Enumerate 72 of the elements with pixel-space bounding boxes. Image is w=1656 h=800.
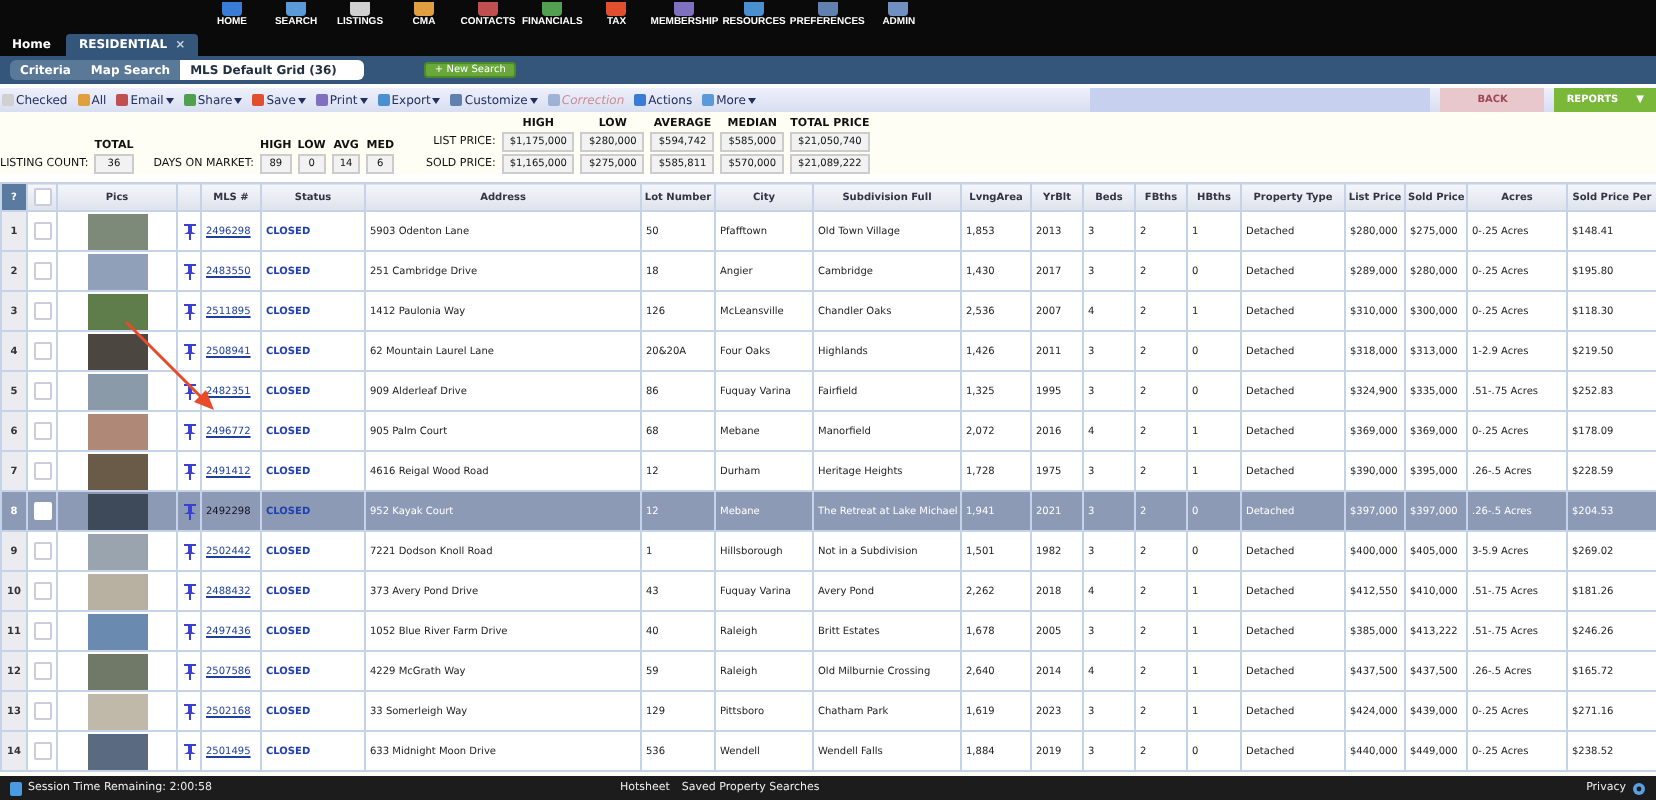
checkbox[interactable] — [33, 382, 51, 400]
toolbar-icon — [702, 94, 715, 106]
app-icon — [478, 2, 498, 16]
photo-placeholder — [87, 653, 147, 689]
marker-icon[interactable] — [183, 503, 195, 519]
app-icon — [674, 2, 695, 16]
marker-icon[interactable] — [183, 383, 195, 399]
checkbox[interactable] — [33, 342, 51, 360]
toolbar-icon — [315, 94, 328, 106]
photo-placeholder — [87, 533, 147, 569]
toolbar-icon — [183, 94, 196, 106]
settings-icon[interactable] — [1632, 781, 1646, 795]
photo-placeholder — [87, 733, 147, 769]
toolbar-icon — [547, 94, 560, 106]
checkbox[interactable] — [33, 742, 51, 760]
photo-placeholder — [87, 333, 147, 369]
marker-icon[interactable] — [183, 223, 195, 239]
toolbar-icon — [450, 94, 463, 106]
toolbar-icon — [634, 94, 647, 106]
toolbar-icon — [252, 94, 265, 106]
checkbox[interactable] — [33, 622, 51, 640]
photo-placeholder — [87, 373, 147, 409]
toolbar-icon — [377, 94, 390, 106]
caret-icon — [529, 97, 538, 103]
toolbar-icon — [77, 94, 90, 106]
photo-placeholder — [87, 453, 147, 489]
marker-icon[interactable] — [183, 663, 195, 679]
marker-icon[interactable] — [183, 623, 195, 639]
caret-icon — [165, 97, 174, 103]
checkbox[interactable] — [33, 542, 51, 560]
marker-icon[interactable] — [183, 423, 195, 439]
app-icon — [606, 2, 627, 16]
app-icon — [744, 2, 765, 16]
toolbar-icon — [2, 94, 14, 106]
checkbox[interactable] — [33, 462, 51, 480]
caret-icon — [297, 97, 306, 103]
app-icon — [350, 2, 370, 16]
checkbox[interactable] — [33, 662, 51, 680]
toolbar-icon — [116, 94, 129, 106]
app-icon — [222, 2, 242, 16]
marker-icon[interactable] — [183, 583, 195, 599]
checkbox[interactable] — [33, 188, 51, 206]
checkbox[interactable] — [33, 582, 51, 600]
app-icon — [888, 2, 909, 16]
caret-icon — [432, 97, 441, 103]
marker-icon[interactable] — [183, 543, 195, 559]
marker-icon[interactable] — [183, 343, 195, 359]
marker-icon[interactable] — [183, 263, 195, 279]
photo-placeholder — [87, 693, 147, 729]
photo-placeholder — [87, 573, 147, 609]
photo-placeholder — [87, 213, 147, 249]
photo-placeholder — [87, 413, 147, 449]
checkbox[interactable] — [33, 702, 51, 720]
checkbox[interactable] — [33, 222, 51, 240]
app-icon — [542, 2, 563, 16]
photo-placeholder — [87, 253, 147, 289]
caret-icon — [359, 97, 368, 103]
caret-icon — [234, 97, 243, 103]
checkbox[interactable] — [33, 262, 51, 280]
marker-icon[interactable] — [183, 463, 195, 479]
photo-placeholder — [87, 293, 147, 329]
marker-icon[interactable] — [183, 743, 195, 759]
checkbox[interactable] — [33, 302, 51, 320]
checkbox[interactable] — [33, 422, 51, 440]
caret-icon — [747, 97, 756, 103]
photo-placeholder — [87, 613, 147, 649]
app-icon — [817, 2, 838, 16]
marker-icon[interactable] — [183, 703, 195, 719]
app-icon — [286, 2, 306, 16]
app-icon — [414, 2, 434, 16]
marker-icon[interactable] — [183, 303, 195, 319]
photo-placeholder — [87, 493, 147, 529]
